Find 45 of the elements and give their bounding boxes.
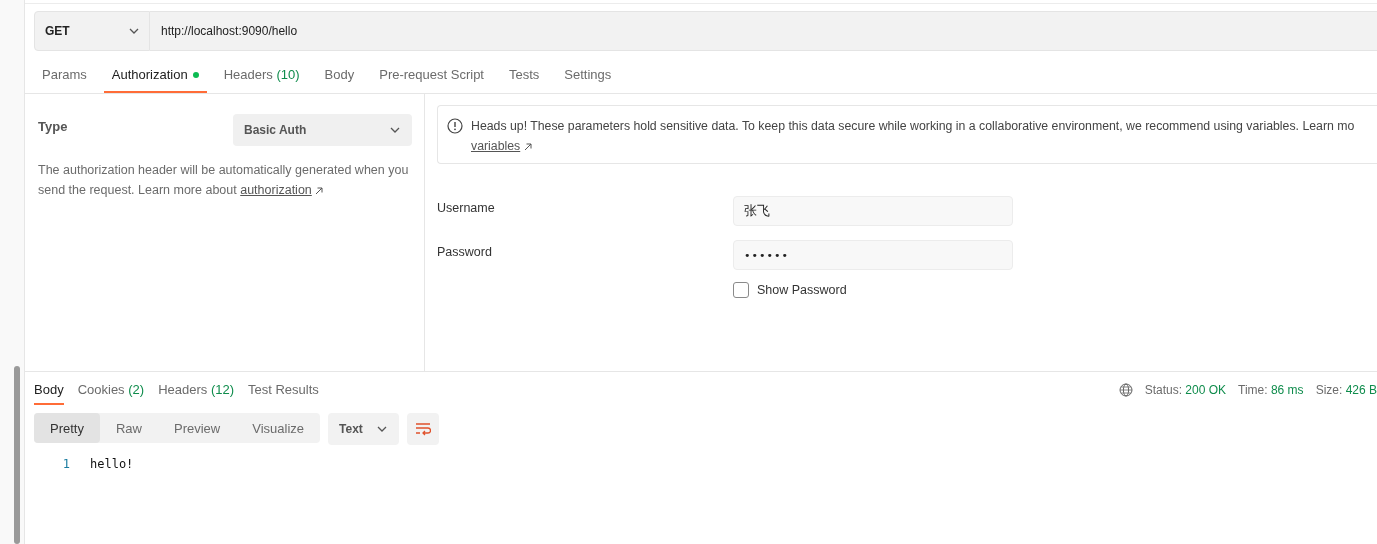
field-label: Username — [437, 200, 496, 215]
wrap-lines-icon — [415, 422, 432, 436]
external-link-icon — [315, 186, 324, 195]
status-text: Time: 86 ms — [1238, 383, 1304, 397]
request-tab[interactable]: Settings — [556, 63, 620, 93]
response-tab[interactable]: Body — [34, 375, 64, 405]
auth-type-dropdown[interactable]: Basic Auth — [233, 114, 412, 146]
alert-text: Heads up! These parameters hold sensitive data. To keep this data secure while working in a collaborative environment, we recommend using variables. Learn mo variables — [471, 118, 1355, 155]
input-field[interactable]: •••••• — [733, 240, 1013, 270]
request-tab[interactable]: Authorization — [103, 63, 207, 93]
checkbox-label: Show Password — [757, 283, 847, 297]
format-option[interactable]: Visualize — [236, 413, 321, 443]
wrap-lines-button[interactable] — [407, 413, 440, 445]
request-tab[interactable]: Tests — [501, 63, 548, 93]
response-tab[interactable]: Headers (12) — [158, 375, 234, 405]
language-dropdown[interactable]: Text — [328, 413, 400, 445]
variables-link[interactable]: variables — [471, 139, 521, 153]
code-line: hello! — [90, 457, 134, 471]
response-tab[interactable]: Cookies (2) — [77, 375, 145, 405]
request-tab[interactable]: Pre-request Script — [371, 63, 492, 93]
request-tab[interactable]: Body — [316, 63, 363, 93]
input-field[interactable]: 张飞 — [733, 196, 1013, 226]
request-tab[interactable]: Headers (10) — [215, 63, 308, 93]
method-dropdown[interactable]: GET — [34, 11, 150, 51]
checkbox[interactable] — [733, 282, 749, 298]
chevron-down-icon — [390, 127, 400, 133]
status-text: Status: 200 OK — [1144, 383, 1227, 397]
scrollbar-thumb[interactable] — [14, 366, 20, 544]
format-option[interactable]: Pretty — [34, 413, 100, 443]
chevron-down-icon — [377, 426, 388, 432]
response-tab[interactable]: Test Results — [248, 375, 319, 405]
authorization-link[interactable]: authorization — [240, 183, 312, 197]
external-link-icon — [523, 142, 532, 151]
url-input[interactable]: http://localhost:9090/hello — [150, 11, 1377, 51]
status-text: Size: 426 B — [1315, 383, 1377, 397]
chevron-down-icon — [129, 28, 139, 34]
request-tab[interactable]: Params — [34, 63, 95, 93]
field-label: Password — [437, 244, 493, 259]
globe-icon[interactable] — [1118, 383, 1133, 397]
auth-description: The authorization header will be automatically generated when you send the request. Learn more about authorization — [38, 162, 410, 199]
format-option[interactable]: Preview — [158, 413, 237, 443]
line-number: 1 — [61, 457, 70, 471]
format-option[interactable]: Raw — [99, 413, 158, 443]
type-label: Type — [38, 119, 68, 134]
info-icon — [447, 118, 463, 134]
